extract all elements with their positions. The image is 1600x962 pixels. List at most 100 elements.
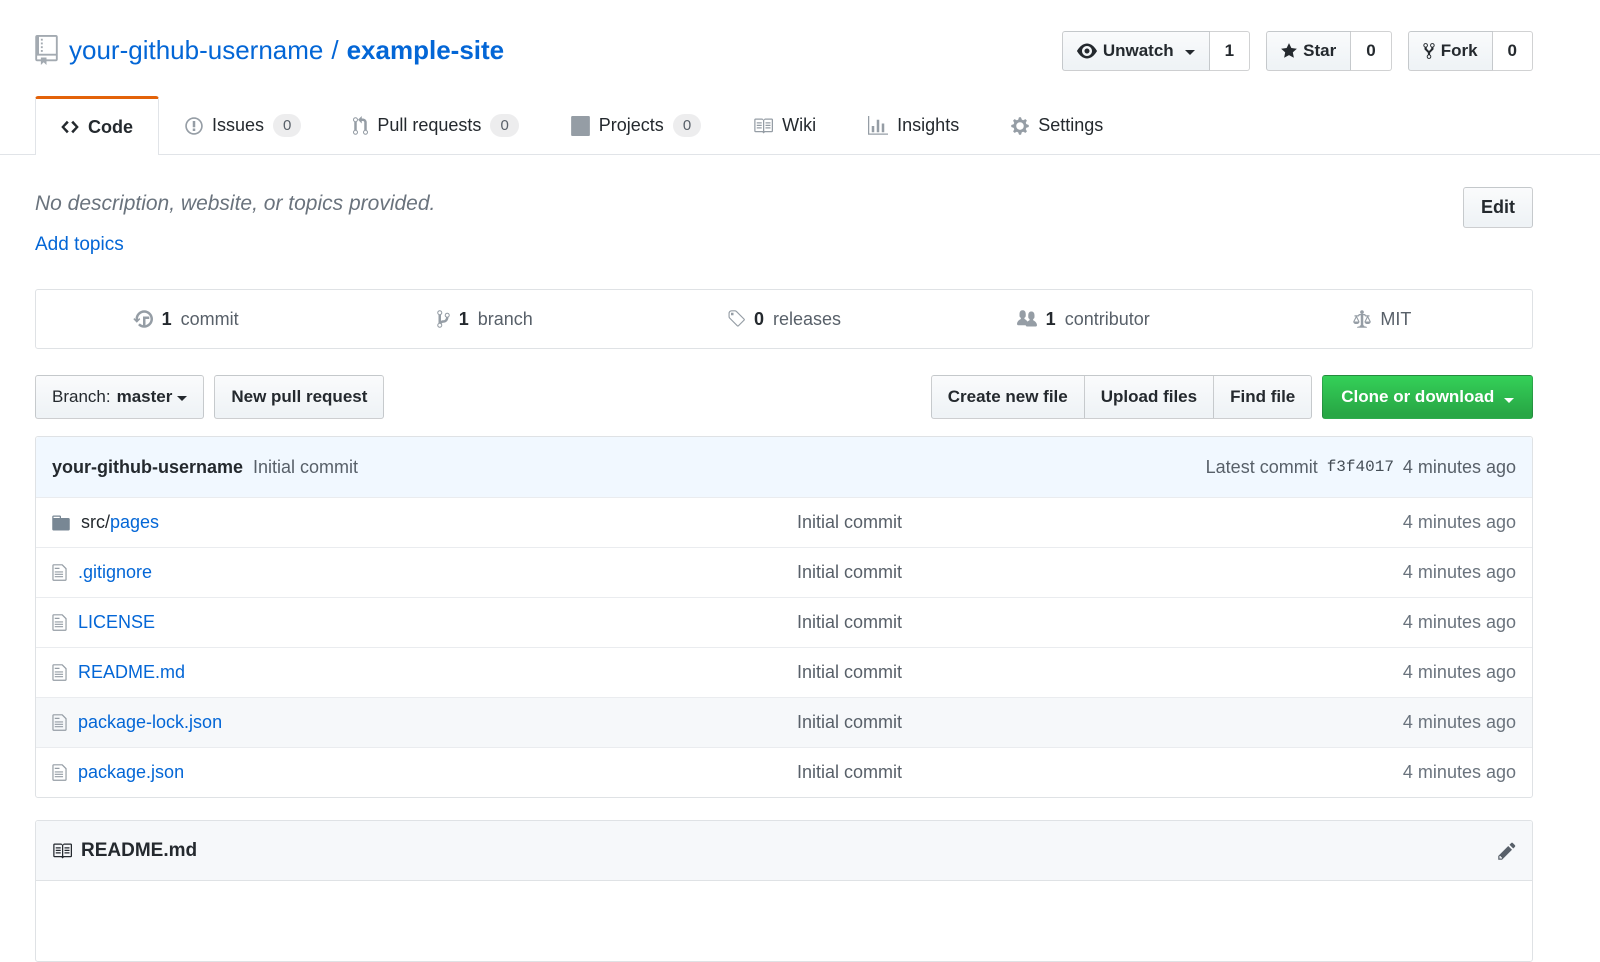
star-button[interactable]: Star	[1266, 31, 1351, 71]
law-icon	[1353, 309, 1371, 329]
readme-header: README.md	[36, 821, 1532, 881]
fork-button[interactable]: Fork	[1408, 31, 1493, 71]
commit-message-link[interactable]: Initial commit	[253, 457, 358, 477]
upload-files-button[interactable]: Upload files	[1084, 375, 1214, 419]
caret-down-icon	[1504, 398, 1514, 403]
branches-stat[interactable]: 1 branch	[335, 309, 634, 330]
releases-count: 0	[754, 309, 764, 330]
fork-icon	[1423, 42, 1435, 60]
book-icon	[753, 116, 773, 136]
edit-readme-pencil-icon[interactable]	[1498, 841, 1516, 861]
releases-stat[interactable]: 0 releases	[634, 309, 933, 330]
repo-icon	[35, 35, 58, 65]
branch-select-button[interactable]: Branch: master	[35, 375, 204, 419]
git-branch-icon	[437, 309, 450, 329]
repo-tabs: Code Issues 0 Pull requests 0 Projects 0…	[35, 96, 1533, 154]
file-row: LICENSE Initial commit 4 minutes ago	[36, 597, 1532, 647]
tab-pull-requests[interactable]: Pull requests 0	[327, 96, 544, 154]
file-link[interactable]: README.md	[78, 662, 185, 682]
tab-projects[interactable]: Projects 0	[545, 96, 727, 154]
contributors-label: contributor	[1065, 309, 1150, 330]
file-row: package.json Initial commit 4 minutes ag…	[36, 747, 1532, 797]
tab-label: Wiki	[782, 115, 816, 136]
caret-down-icon	[1185, 50, 1195, 55]
file-commit-time: 4 minutes ago	[1266, 712, 1516, 733]
tab-insights[interactable]: Insights	[842, 96, 985, 154]
file-commit-message[interactable]: Initial commit	[797, 762, 902, 782]
file-commit-message[interactable]: Initial commit	[797, 712, 902, 732]
description-section: No description, website, or topics provi…	[35, 155, 1533, 256]
latest-commit-label: Latest commit	[1206, 457, 1318, 478]
file-link[interactable]: package.json	[78, 762, 184, 782]
caret-down-icon	[177, 396, 187, 401]
folder-icon	[52, 513, 70, 533]
branches-count: 1	[459, 309, 469, 330]
file-commit-time: 4 minutes ago	[1266, 662, 1516, 683]
projects-counter: 0	[673, 114, 701, 137]
tab-label: Projects	[599, 115, 664, 136]
tab-settings[interactable]: Settings	[985, 96, 1129, 154]
file-link[interactable]: pages	[110, 512, 159, 532]
tab-label: Insights	[897, 115, 959, 136]
clone-or-download-button[interactable]: Clone or download	[1322, 375, 1533, 419]
file-navigation: Branch: master New pull request Create n…	[35, 375, 1533, 419]
watch-group: Unwatch 1	[1062, 31, 1250, 71]
branch-name: master	[117, 387, 173, 407]
readme-filename: README.md	[81, 840, 197, 862]
file-link[interactable]: LICENSE	[78, 612, 155, 632]
star-icon	[1281, 42, 1297, 60]
page-head: your-github-username / example-site Unwa…	[0, 0, 1600, 155]
commits-label: commit	[181, 309, 239, 330]
add-topics-link[interactable]: Add topics	[35, 234, 124, 256]
graph-icon	[868, 116, 888, 136]
eye-icon	[1077, 41, 1097, 61]
file-commit-message[interactable]: Initial commit	[797, 512, 902, 532]
file-icon	[52, 763, 67, 782]
file-commit-message[interactable]: Initial commit	[797, 562, 902, 582]
file-link[interactable]: package-lock.json	[78, 712, 222, 732]
license-label: MIT	[1380, 309, 1411, 330]
create-new-file-button[interactable]: Create new file	[931, 375, 1085, 419]
unwatch-label: Unwatch	[1103, 41, 1174, 61]
unwatch-button[interactable]: Unwatch	[1062, 31, 1210, 71]
social-buttons: Unwatch 1 Star 0 Fork	[1062, 28, 1533, 71]
branches-label: branch	[478, 309, 533, 330]
readme-content	[36, 881, 1532, 961]
commits-stat[interactable]: 1 commit	[36, 309, 335, 330]
file-commit-message[interactable]: Initial commit	[797, 662, 902, 682]
file-commit-message[interactable]: Initial commit	[797, 612, 902, 632]
tab-issues[interactable]: Issues 0	[159, 96, 327, 154]
commits-count: 1	[162, 309, 172, 330]
license-stat[interactable]: MIT	[1233, 309, 1532, 330]
new-pull-request-button[interactable]: New pull request	[214, 375, 384, 419]
readme-title: README.md	[52, 840, 197, 862]
repo-owner-link[interactable]: your-github-username	[69, 28, 323, 72]
contributors-count: 1	[1046, 309, 1056, 330]
pull-request-icon	[353, 116, 368, 136]
commit-author-link[interactable]: your-github-username	[52, 457, 243, 477]
gear-icon	[1011, 116, 1029, 136]
book-icon	[52, 841, 72, 861]
tab-code[interactable]: Code	[35, 96, 159, 155]
contributors-stat[interactable]: 1 contributor	[934, 309, 1233, 330]
forks-count[interactable]: 0	[1493, 31, 1533, 71]
commit-sha-link[interactable]: f3f4017	[1327, 458, 1394, 476]
file-row: README.md Initial commit 4 minutes ago	[36, 647, 1532, 697]
file-icon	[52, 663, 67, 682]
file-actions-group: Create new file Upload files Find file	[931, 375, 1313, 419]
project-icon	[571, 116, 590, 136]
fork-group: Fork 0	[1408, 31, 1533, 71]
issue-opened-icon	[185, 116, 203, 136]
stargazers-count[interactable]: 0	[1351, 31, 1391, 71]
people-icon	[1017, 309, 1037, 329]
github-repo-page: your-github-username / example-site Unwa…	[0, 0, 1600, 962]
star-group: Star 0	[1266, 31, 1392, 71]
edit-description-button[interactable]: Edit	[1463, 187, 1533, 228]
find-file-button[interactable]: Find file	[1213, 375, 1312, 419]
watchers-count[interactable]: 1	[1210, 31, 1250, 71]
repo-name-link[interactable]: example-site	[347, 28, 505, 72]
file-link[interactable]: .gitignore	[78, 562, 152, 582]
pull-requests-counter: 0	[490, 114, 518, 137]
tab-wiki[interactable]: Wiki	[727, 96, 842, 154]
file-commit-time: 4 minutes ago	[1266, 512, 1516, 533]
